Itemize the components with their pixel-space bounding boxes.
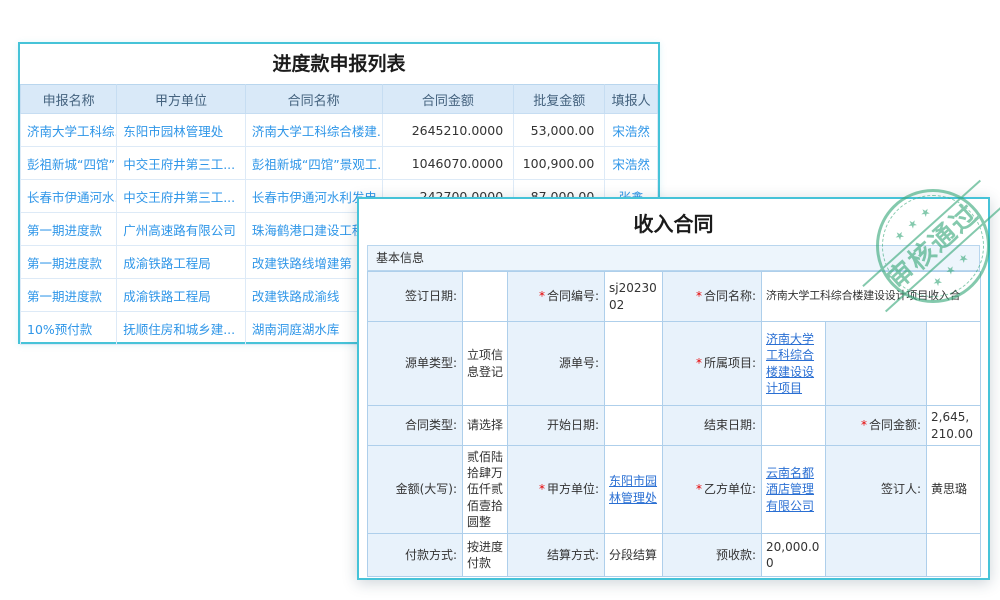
form-label: *所属项目:: [663, 322, 762, 406]
list-cell-party-a-unit[interactable]: 成渝铁路工程局: [117, 279, 246, 312]
list-cell-approved-amount: 53,000.00: [514, 114, 605, 147]
list-header-party-a-unit: 甲方单位: [117, 85, 246, 114]
form-row: 付款方式:按进度付款结算方式:分段结算预收款:20,000.00: [368, 534, 981, 577]
form-label: 金额(大写):: [368, 446, 463, 534]
income-contract-form-table: 签订日期: *合同编号:sj2023002*合同名称:济南大学工科综合楼建设设计项…: [367, 271, 981, 577]
list-cell-party-a-unit[interactable]: 东阳市园林管理处: [117, 114, 246, 147]
list-cell-contract-name[interactable]: 彭祖新城“四馆”景观工...: [245, 147, 382, 180]
form-value-cell: 东阳市园林管理处: [605, 446, 663, 534]
required-asterisk-icon: *: [696, 482, 702, 496]
list-cell-declaration-name[interactable]: 第一期进度款: [21, 246, 117, 279]
form-label: *合同编号:: [508, 272, 605, 322]
list-cell-contract-name[interactable]: 济南大学工科综合楼建...: [245, 114, 382, 147]
form-label: 结算方式:: [508, 534, 605, 577]
form-label: [826, 534, 927, 577]
list-cell-approved-amount: 100,900.00: [514, 147, 605, 180]
form-panel-title: 收入合同: [359, 199, 988, 245]
form-label: 签订人:: [826, 446, 927, 534]
form-label: 合同类型:: [368, 406, 463, 446]
list-header-approved-amount: 批复金额: [514, 85, 605, 114]
form-value-cell: 贰佰陆拾肆万伍仟贰佰壹拾圆整: [463, 446, 508, 534]
form-value-cell: 20,000.00: [762, 534, 826, 577]
form-value-cell: [762, 406, 826, 446]
form-label: *甲方单位:: [508, 446, 605, 534]
form-value-cell: sj2023002: [605, 272, 663, 322]
form-row: 金额(大写):贰佰陆拾肆万伍仟贰佰壹拾圆整*甲方单位:东阳市园林管理处*乙方单位…: [368, 446, 981, 534]
form-label: 付款方式:: [368, 534, 463, 577]
form-value-cell: 济南大学工科综合楼建设设计项目: [762, 322, 826, 406]
form-value-cell: 按进度付款: [463, 534, 508, 577]
form-value-cell: [605, 406, 663, 446]
income-contract-panel: 收入合同 基本信息 签订日期: *合同编号:sj2023002*合同名称:济南大学…: [357, 197, 990, 580]
form-value-cell: [463, 272, 508, 322]
list-cell-party-a-unit[interactable]: 中交王府井第三工...: [117, 147, 246, 180]
form-label: 源单类型:: [368, 322, 463, 406]
list-row: 济南大学工科综...东阳市园林管理处济南大学工科综合楼建...2645210.0…: [21, 114, 658, 147]
form-label: 预收款:: [663, 534, 762, 577]
form-value-cell: 2,645,210.00: [927, 406, 981, 446]
list-row: 彭祖新城“四馆”...中交王府井第三工...彭祖新城“四馆”景观工...1046…: [21, 147, 658, 180]
form-value-cell: [927, 322, 981, 406]
list-cell-contract-amount: 1046070.0000: [382, 147, 514, 180]
list-cell-declaration-name[interactable]: 第一期进度款: [21, 213, 117, 246]
required-asterisk-icon: *: [861, 418, 867, 432]
list-cell-party-a-unit[interactable]: 中交王府井第三工...: [117, 180, 246, 213]
list-table-head: 申报名称甲方单位合同名称合同金额批复金额填报人: [21, 85, 658, 114]
list-cell-declaration-name[interactable]: 10%预付款: [21, 312, 117, 345]
form-value-cell: 济南大学工科综合楼建设设计项目收入合: [762, 272, 981, 322]
form-value-link[interactable]: 云南名都酒店管理有限公司: [766, 466, 814, 512]
form-value-cell: [927, 534, 981, 577]
page: 进度款申报列表 申报名称甲方单位合同名称合同金额批复金额填报人 济南大学工科综.…: [0, 0, 1000, 600]
list-cell-declaration-name[interactable]: 长春市伊通河水...: [21, 180, 117, 213]
form-label: 源单号:: [508, 322, 605, 406]
form-label: *合同金额:: [826, 406, 927, 446]
form-row: 合同类型:请选择开始日期: 结束日期: *合同金额:2,645,210.00: [368, 406, 981, 446]
required-asterisk-icon: *: [539, 289, 545, 303]
list-cell-filler[interactable]: 宋浩然: [605, 114, 658, 147]
list-cell-filler[interactable]: 宋浩然: [605, 147, 658, 180]
list-cell-party-a-unit[interactable]: 广州高速路有限公司: [117, 213, 246, 246]
list-cell-contract-amount: 2645210.0000: [382, 114, 514, 147]
list-header-contract-name: 合同名称: [245, 85, 382, 114]
list-cell-declaration-name[interactable]: 彭祖新城“四馆”...: [21, 147, 117, 180]
form-select-placeholder[interactable]: 请选择: [463, 406, 508, 446]
form-value-cell: 云南名都酒店管理有限公司: [762, 446, 826, 534]
form-value-link[interactable]: 济南大学工科综合楼建设设计项目: [766, 332, 814, 395]
form-value-cell: 分段结算: [605, 534, 663, 577]
required-asterisk-icon: *: [696, 289, 702, 303]
list-panel-title: 进度款申报列表: [20, 44, 658, 84]
form-label: *合同名称:: [663, 272, 762, 322]
list-cell-party-a-unit[interactable]: 抚顺住房和城乡建...: [117, 312, 246, 345]
list-cell-declaration-name[interactable]: 第一期进度款: [21, 279, 117, 312]
form-value-cell: 黄思璐: [927, 446, 981, 534]
basic-info-section-header: 基本信息: [367, 245, 980, 271]
form-label: 签订日期:: [368, 272, 463, 322]
required-asterisk-icon: *: [539, 482, 545, 496]
form-value-link[interactable]: 东阳市园林管理处: [609, 474, 657, 504]
required-asterisk-icon: *: [696, 356, 702, 370]
form-label: [826, 322, 927, 406]
form-row: 源单类型:立项信息登记源单号: *所属项目:济南大学工科综合楼建设设计项目: [368, 322, 981, 406]
list-header-declaration-name: 申报名称: [21, 85, 117, 114]
list-cell-declaration-name[interactable]: 济南大学工科综...: [21, 114, 117, 147]
form-value-cell: [605, 322, 663, 406]
form-label: 开始日期:: [508, 406, 605, 446]
list-header-contract-amount: 合同金额: [382, 85, 514, 114]
list-header-filler: 填报人: [605, 85, 658, 114]
form-row: 签订日期: *合同编号:sj2023002*合同名称:济南大学工科综合楼建设设计项…: [368, 272, 981, 322]
form-label: *乙方单位:: [663, 446, 762, 534]
form-table-body: 签订日期: *合同编号:sj2023002*合同名称:济南大学工科综合楼建设设计项…: [368, 272, 981, 577]
form-value-cell: 立项信息登记: [463, 322, 508, 406]
list-cell-party-a-unit[interactable]: 成渝铁路工程局: [117, 246, 246, 279]
form-label: 结束日期:: [663, 406, 762, 446]
